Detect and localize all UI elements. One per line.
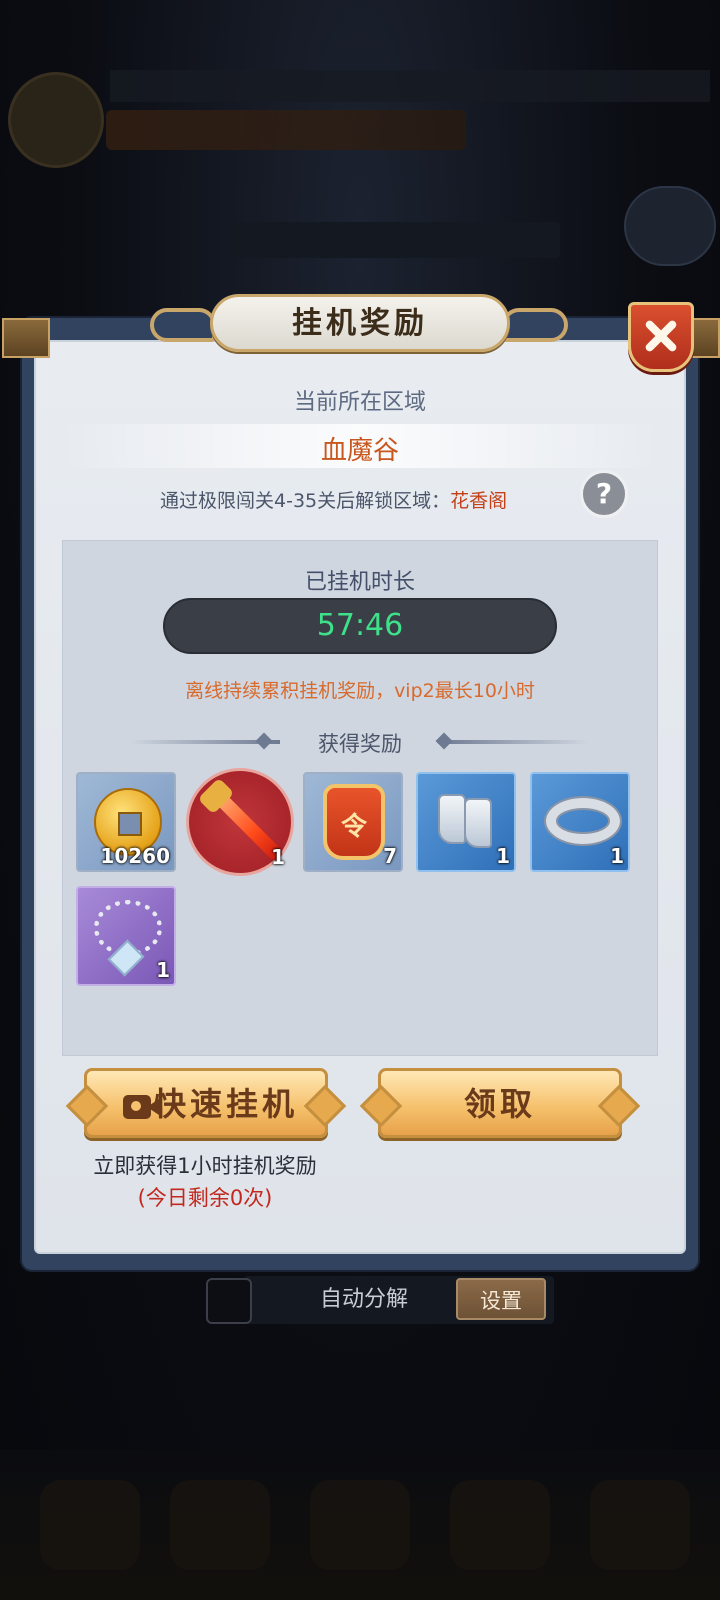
current-region-label: 当前所在区域 (293, 390, 426, 415)
boot-right (464, 798, 492, 848)
help-button[interactable]: ? (580, 470, 628, 518)
claim-button[interactable]: 领取 (378, 1068, 622, 1138)
close-button[interactable] (628, 302, 694, 372)
unlock-hint-text: 通过极限闯关4-35关后解锁区域： (160, 490, 451, 512)
token-char: 令 (340, 812, 367, 842)
boot-left (438, 794, 466, 844)
divider-right (438, 740, 588, 744)
idle-duration-timer: 57:46 (316, 608, 404, 643)
boots-icon (434, 792, 498, 852)
background-avatar (8, 72, 104, 168)
background-nav-slot (40, 1480, 140, 1570)
reward-count: 1 (271, 845, 285, 869)
rewards-title: 获得奖励 (318, 732, 402, 756)
reward-item-ring[interactable]: 1 (530, 772, 630, 872)
auto-decompose-label: 自动分解 (319, 1287, 408, 1312)
background-nav-slot (590, 1480, 690, 1570)
reward-item-flame-sword[interactable]: 1 (186, 768, 294, 876)
quick-idle-button[interactable]: 快速挂机 (84, 1068, 328, 1138)
close-icon (631, 305, 691, 367)
quick-idle-description: 立即获得1小时挂机奖励 (93, 1154, 317, 1178)
current-region-name: 血魔谷 (320, 436, 399, 466)
quick-idle-label: 快速挂机 (153, 1085, 298, 1123)
background-text-area (230, 222, 560, 258)
ring-icon (546, 798, 620, 844)
settings-button[interactable]: 设置 (456, 1278, 546, 1320)
reward-count: 1 (156, 958, 170, 982)
unlock-region-name: 花香阁 (450, 490, 508, 512)
background-banner (106, 110, 466, 150)
reward-item-boots[interactable]: 1 (416, 772, 516, 872)
reward-count: 10260 (100, 844, 170, 868)
reward-count: 1 (610, 844, 624, 868)
title-ornament-right (502, 308, 568, 342)
reward-item-command-token[interactable]: 令 7 (303, 772, 403, 872)
scroll-rod-left (2, 318, 50, 358)
title-ornament-left (150, 308, 216, 342)
reward-count: 7 (383, 844, 397, 868)
reward-item-necklace[interactable]: 1 (76, 886, 176, 986)
auto-decompose-checkbox[interactable] (206, 1278, 252, 1324)
claim-label: 领取 (463, 1085, 536, 1123)
background-nav-slot (450, 1480, 550, 1570)
background-bottom-nav (0, 1450, 720, 1600)
duration-label: 已挂机时长 (304, 570, 415, 595)
background-round-button (624, 186, 716, 266)
background-nav-slot (170, 1480, 270, 1570)
background-nav-slot (310, 1480, 410, 1570)
auto-decompose-row: 自动分解 设置 (198, 1276, 554, 1326)
modal-title: 挂机奖励 (292, 306, 428, 341)
reward-count: 1 (496, 844, 510, 868)
unlock-hint: 通过极限闯关4-35关后解锁区域：花香阁 (160, 486, 507, 513)
command-token-icon: 令 (323, 784, 385, 860)
quick-idle-remaining: (今日剩余0次) (137, 1186, 273, 1210)
offline-note: 离线持续累积挂机奖励，vip2最长10小时 (185, 680, 535, 702)
reward-item-copper-coin[interactable]: 10260 (76, 772, 176, 872)
background-status-strip (110, 70, 710, 102)
